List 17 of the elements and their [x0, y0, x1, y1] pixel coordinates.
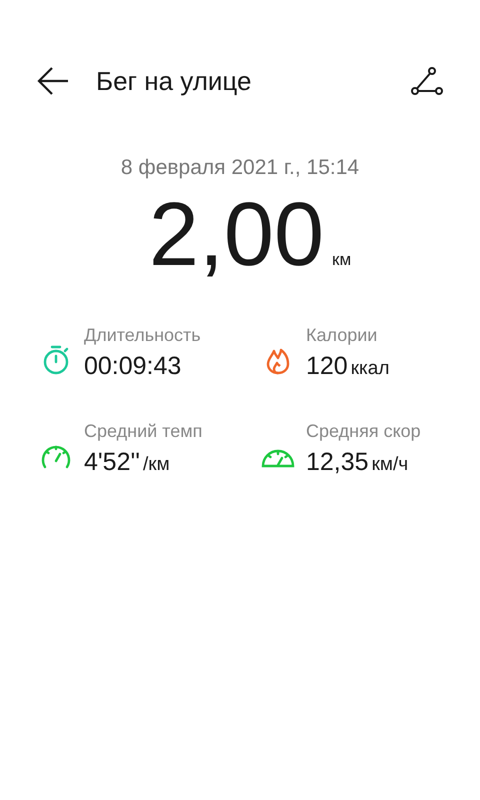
stat-value: 120 [306, 352, 348, 380]
distance-unit: км [332, 250, 352, 270]
distance-value: 2,00 [148, 188, 324, 282]
stat-unit: км/ч [372, 454, 408, 476]
back-icon[interactable] [36, 66, 70, 96]
stat-unit: ккал [350, 358, 390, 380]
page-title: Бег на улице [96, 66, 252, 96]
stat-value: 12,35 [306, 448, 369, 476]
stat-label: Средняя скор [306, 420, 421, 442]
stat-value: 00:09:43 [84, 352, 182, 380]
stat-label: Средний темп [84, 420, 202, 442]
stat-value: 4'52'' [84, 448, 140, 476]
workout-date: 8 февраля 2021 г., 15:14 [120, 156, 360, 180]
stat-unit: /км [143, 454, 170, 476]
route-icon[interactable] [410, 66, 444, 96]
stat-label: Длительность [84, 324, 201, 346]
stat-label: Калории [306, 324, 378, 346]
